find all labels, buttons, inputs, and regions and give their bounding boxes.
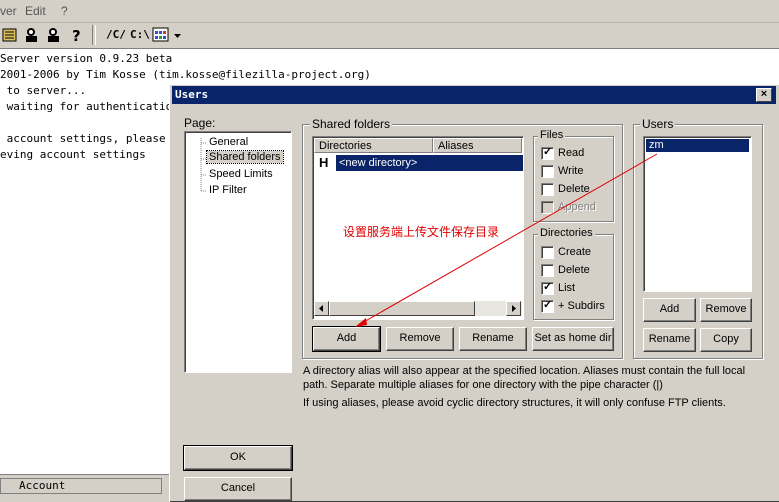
- annotation-arrow: [355, 153, 658, 327]
